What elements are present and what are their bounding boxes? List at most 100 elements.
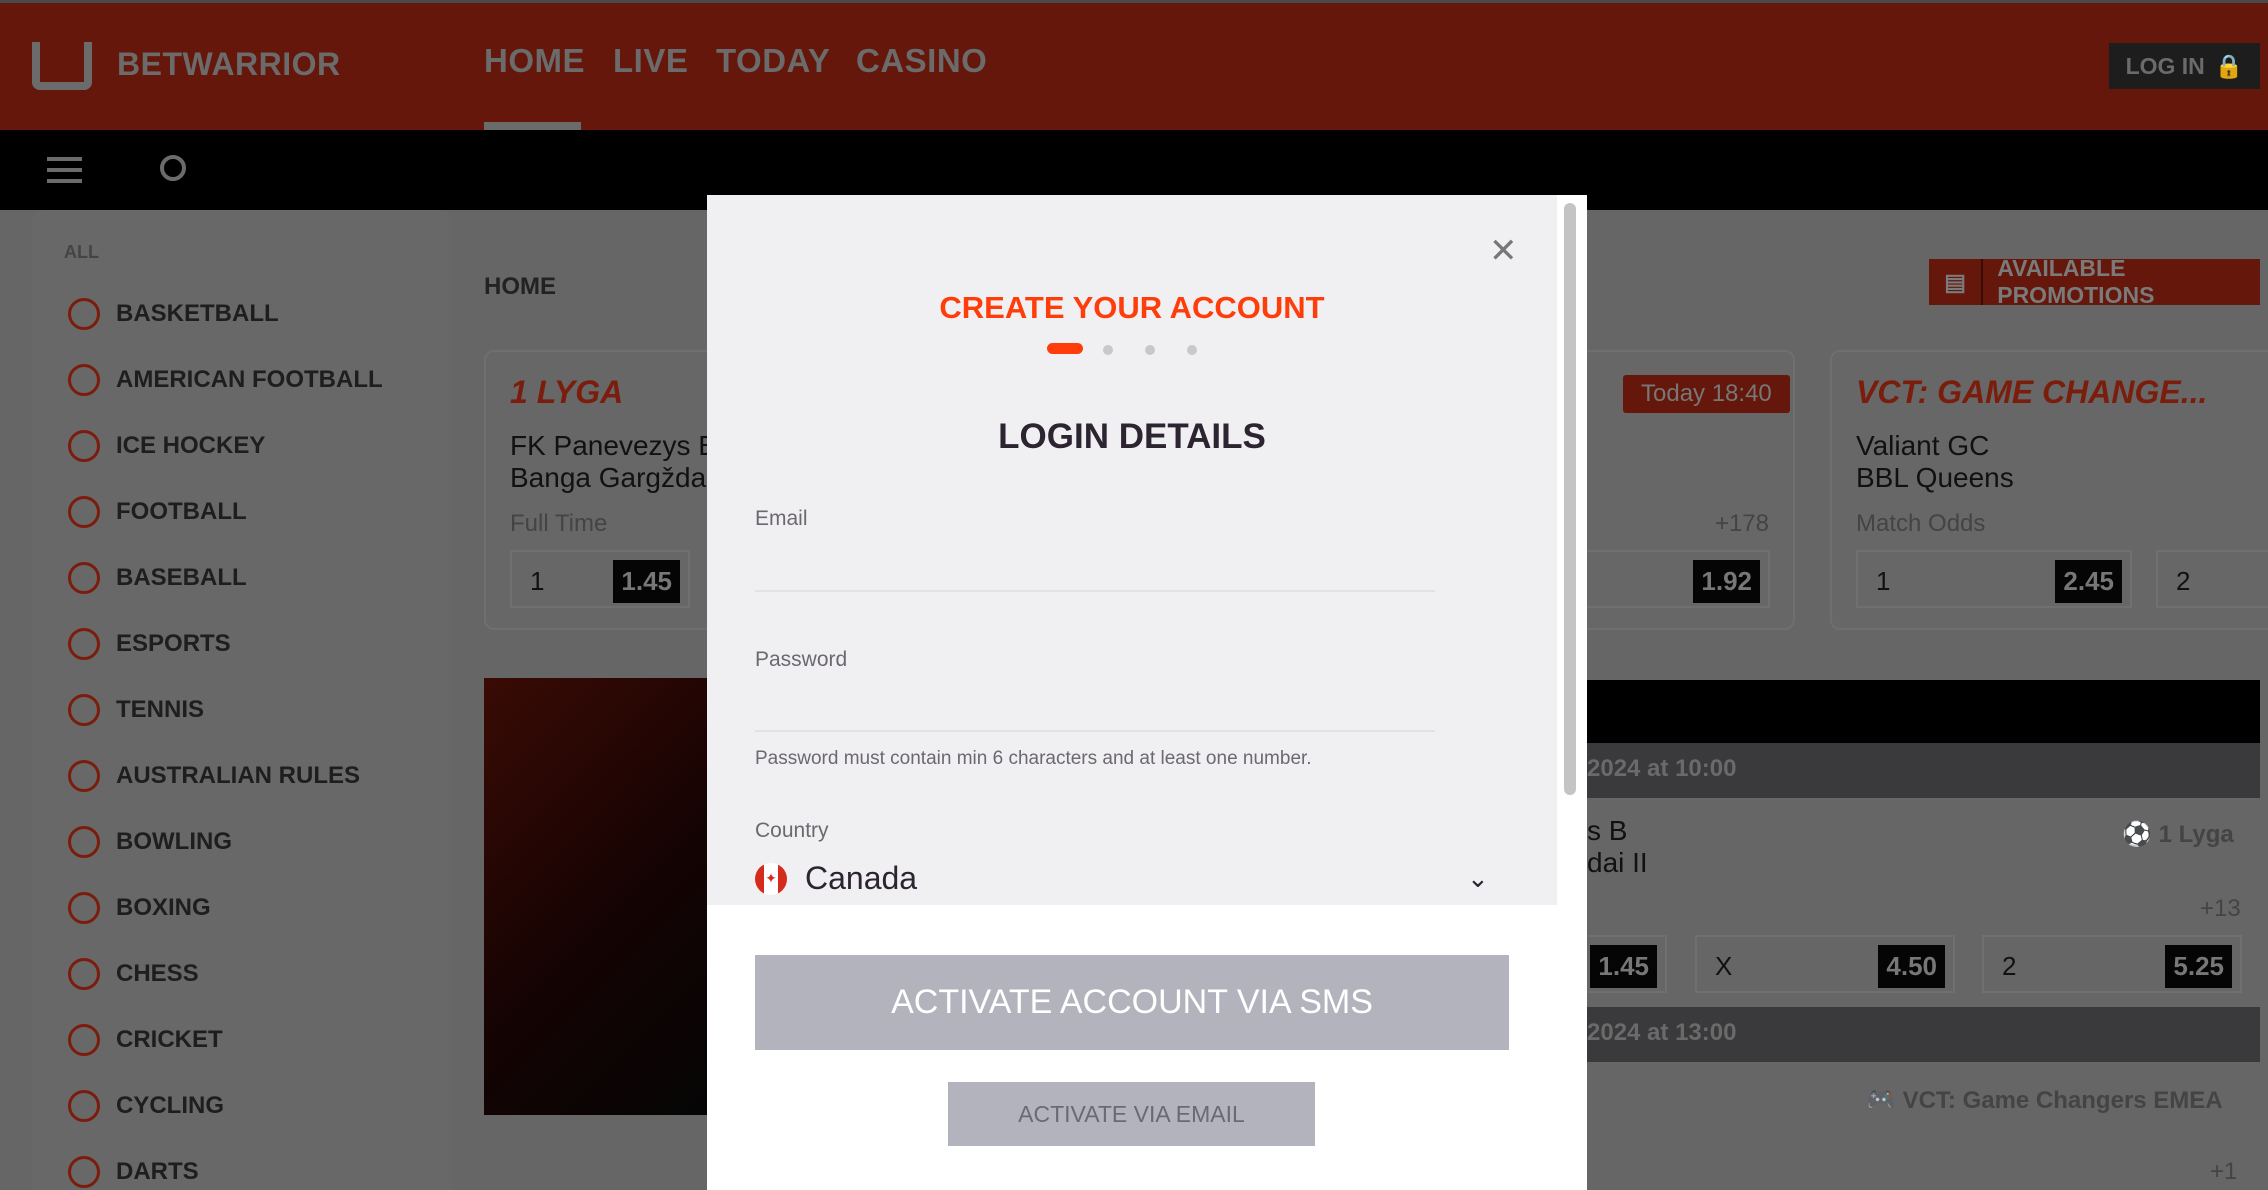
date-row: 2024 at 13:00: [1587, 1007, 2260, 1062]
sidebar-item-tennis[interactable]: TENNIS: [68, 694, 204, 726]
sidebar-all-label: ALL: [64, 242, 99, 262]
odd-value: 1.92: [1693, 560, 1760, 603]
event-card[interactable]: VCT: GAME CHANGE... Valiant GC BBL Queen…: [1830, 350, 2268, 630]
step-indicator: [1145, 345, 1155, 355]
step-indicator: [1103, 345, 1113, 355]
chess-icon: [68, 958, 100, 990]
more-markets[interactable]: +178: [1715, 510, 1769, 538]
nav-today[interactable]: TODAY: [716, 42, 830, 80]
odd-button[interactable]: 1 2.45: [1856, 550, 2132, 608]
sidebar-item-chess[interactable]: CHESS: [68, 958, 199, 990]
odd-button[interactable]: 2 5.25: [1982, 935, 2242, 993]
lock-icon: 🔒: [2214, 52, 2244, 79]
sidebar: ALL BASKETBALL AMERICAN FOOTBALL ICE HOCKE…: [32, 210, 452, 1190]
country-value: Canada: [805, 860, 918, 896]
tennis-icon: [68, 694, 100, 726]
sidebar-item-esports[interactable]: ESPORTS: [68, 628, 231, 660]
baseball-icon: [68, 562, 100, 594]
esports-icon: [68, 628, 100, 660]
sidebar-item-label: DARTS: [116, 1158, 199, 1185]
password-underline: [755, 730, 1435, 732]
menu-icon[interactable]: [47, 157, 82, 183]
sidebar-item-label: CHESS: [116, 960, 199, 987]
sidebar-item-boxing[interactable]: BOXING: [68, 892, 211, 924]
time-badge: Today 18:40: [1623, 375, 1790, 413]
odd-button[interactable]: 2: [2156, 550, 2268, 608]
sidebar-item-label: ESPORTS: [116, 630, 231, 657]
email-field[interactable]: [755, 543, 1435, 583]
signup-modal: ✕ CREATE YOUR ACCOUNT LOGIN DETAILS Emai…: [707, 195, 1587, 1190]
close-icon[interactable]: ✕: [1489, 231, 1518, 271]
market-label: Full Time: [510, 510, 608, 537]
nav-live[interactable]: LIVE: [613, 42, 688, 80]
odd-label: X: [1715, 951, 1733, 981]
odd-value: 1.45: [613, 560, 680, 603]
step-indicator: [1187, 345, 1197, 355]
sidebar-item-baseball[interactable]: BASEBALL: [68, 562, 247, 594]
country-label: Country: [755, 819, 829, 842]
sidebar-item-label: ICE HOCKEY: [116, 432, 266, 459]
activate-email-button[interactable]: ACTIVATE VIA EMAIL: [948, 1082, 1315, 1146]
login-button[interactable]: LOG IN 🔒: [2109, 43, 2260, 89]
activate-sms-button[interactable]: ACTIVATE ACCOUNT VIA SMS: [755, 955, 1509, 1050]
odd-value: 2.45: [2055, 560, 2122, 603]
country-select[interactable]: ✦ Canada: [755, 860, 917, 897]
sidebar-item-cycling[interactable]: CYCLING: [68, 1090, 224, 1122]
nav-casino[interactable]: CASINO: [856, 42, 987, 80]
scrollbar[interactable]: [1564, 203, 1576, 795]
card-league: 1 LYGA: [510, 374, 624, 410]
modal-title: CREATE YOUR ACCOUNT: [939, 290, 1325, 325]
sidebar-item-darts[interactable]: DARTS: [68, 1156, 199, 1188]
email-label: Email: [755, 507, 808, 530]
team-2: Banga Gargždai II: [510, 462, 736, 493]
sidebar-item-label: AUSTRALIAN RULES: [116, 762, 360, 789]
promotions-button[interactable]: ▤ AVAILABLE PROMOTIONS: [1929, 255, 2260, 308]
sidebar-item-football[interactable]: FOOTBALL: [68, 496, 247, 528]
promo-icon: ▤: [1929, 259, 1984, 305]
logo-icon[interactable]: [32, 42, 92, 90]
odd-button[interactable]: 1.45: [1587, 935, 1667, 993]
more-markets[interactable]: +13: [2200, 895, 2241, 923]
modal-form-area: ✕ CREATE YOUR ACCOUNT LOGIN DETAILS Emai…: [707, 195, 1557, 905]
odd-button[interactable]: X 4.50: [1695, 935, 1955, 993]
sidebar-item-label: CRICKET: [116, 1026, 223, 1053]
section-header: [1587, 680, 2260, 743]
sidebar-item-label: BOXING: [116, 894, 211, 921]
sidebar-item-american-football[interactable]: AMERICAN FOOTBALL: [68, 364, 383, 396]
odd-value: 1.45: [1590, 945, 1657, 988]
american-football-icon: [68, 364, 100, 396]
cycling-icon: [68, 1090, 100, 1122]
active-nav-indicator: [484, 122, 581, 130]
ice-hockey-icon: [68, 430, 100, 462]
sidebar-item-cricket[interactable]: CRICKET: [68, 1024, 223, 1056]
odd-label: 2: [2002, 951, 2017, 981]
sidebar-item-label: CYCLING: [116, 1092, 224, 1119]
login-label: LOG IN: [2125, 52, 2205, 79]
section-title: LOGIN DETAILS: [998, 417, 1266, 456]
promotions-label: AVAILABLE PROMOTIONS: [1997, 255, 2155, 308]
odd-label: 2: [2176, 566, 2191, 596]
card-league: VCT: GAME CHANGE...: [1856, 374, 2208, 410]
cricket-icon: [68, 1024, 100, 1056]
team-1: FK Panevezys B: [510, 430, 717, 461]
odd-value: 5.25: [2165, 945, 2232, 988]
sidebar-item-bowling[interactable]: BOWLING: [68, 826, 232, 858]
team-2: BBL Queens: [1856, 462, 2014, 493]
password-field[interactable]: [755, 685, 1435, 725]
sidebar-item-australian-rules[interactable]: AUSTRALIAN RULES: [68, 760, 360, 792]
odd-button[interactable]: 1 1.45: [510, 550, 690, 608]
nav-home[interactable]: HOME: [484, 42, 585, 80]
more-markets[interactable]: +1: [2210, 1158, 2237, 1186]
darts-icon: [68, 1156, 100, 1188]
odd-button[interactable]: 1.92: [1562, 550, 1770, 608]
chevron-down-icon[interactable]: ⌄: [1467, 863, 1489, 894]
promo-banner[interactable]: [484, 678, 707, 1115]
search-icon[interactable]: [160, 155, 186, 181]
step-indicator-active: [1047, 343, 1083, 354]
logo-text[interactable]: BETWARRIOR: [117, 46, 341, 83]
breadcrumb: HOME: [484, 273, 556, 300]
sidebar-item-label: TENNIS: [116, 696, 205, 723]
sidebar-item-basketball[interactable]: BASKETBALL: [68, 298, 279, 330]
event-league: 🎮 VCT: Game Changers EMEA: [1866, 1087, 2223, 1114]
sidebar-item-ice-hockey[interactable]: ICE HOCKEY: [68, 430, 265, 462]
